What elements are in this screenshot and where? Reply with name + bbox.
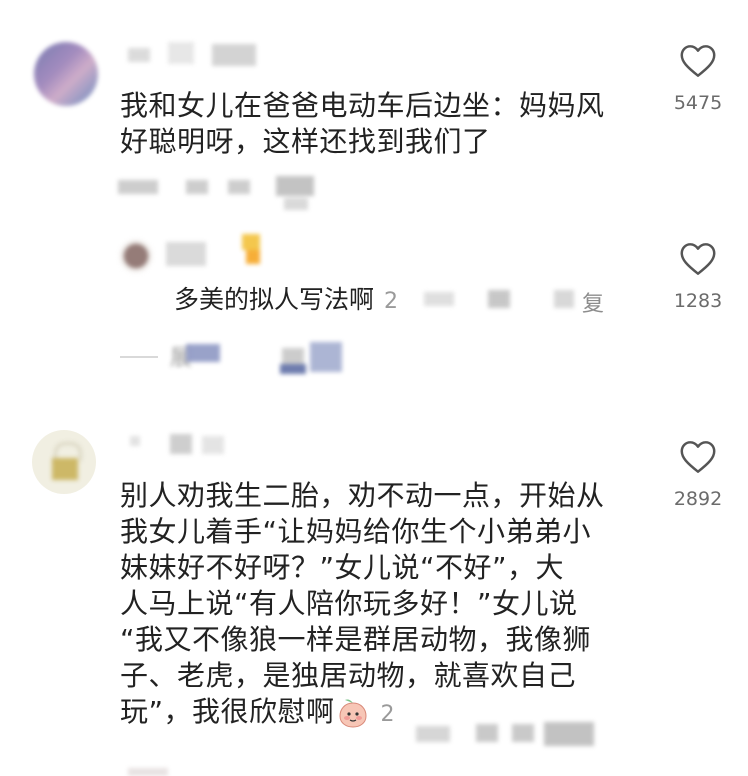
- heart-icon: [680, 243, 716, 275]
- comment-meta-obscured: [118, 176, 338, 212]
- heart-icon: [680, 45, 716, 77]
- reply-text: 多美的拟人写法啊 2: [174, 285, 399, 314]
- avatar[interactable]: [118, 238, 154, 274]
- expand-replies-obscured: [186, 340, 356, 376]
- like-count: 2892: [673, 488, 723, 510]
- like-button[interactable]: 2892: [668, 440, 728, 510]
- reply-action[interactable]: 复: [582, 286, 604, 318]
- like-count: 5475: [673, 92, 723, 114]
- next-avatar-partial: [128, 768, 168, 776]
- comment-text: 别人劝我生二胎，劝不动一点，开始从 我女儿着手“让妈妈给你生个小弟弟小 妹妹好不…: [120, 479, 605, 729]
- blushing-peach-emoji: [337, 697, 369, 729]
- reply-meta-obscured: [424, 286, 604, 314]
- username-obscured[interactable]: [130, 432, 230, 458]
- heart-icon: [680, 441, 716, 473]
- comment-text: 我和女儿在爸爸电动车后边坐：妈妈风 好聪明呀，这样还找到我们了: [120, 89, 605, 158]
- like-button[interactable]: 5475: [668, 44, 728, 114]
- username-obscured[interactable]: [128, 42, 258, 68]
- reply-date-fragment: 2: [384, 289, 399, 314]
- like-count: 1283: [673, 290, 723, 312]
- comment-date-fragment: 2: [380, 702, 396, 727]
- like-button[interactable]: 1283: [668, 242, 728, 312]
- avatar[interactable]: [32, 430, 96, 494]
- avatar[interactable]: [34, 42, 98, 106]
- username-obscured[interactable]: [166, 232, 276, 272]
- comment-meta-obscured: [416, 720, 606, 750]
- expand-replies-divider: [120, 356, 158, 358]
